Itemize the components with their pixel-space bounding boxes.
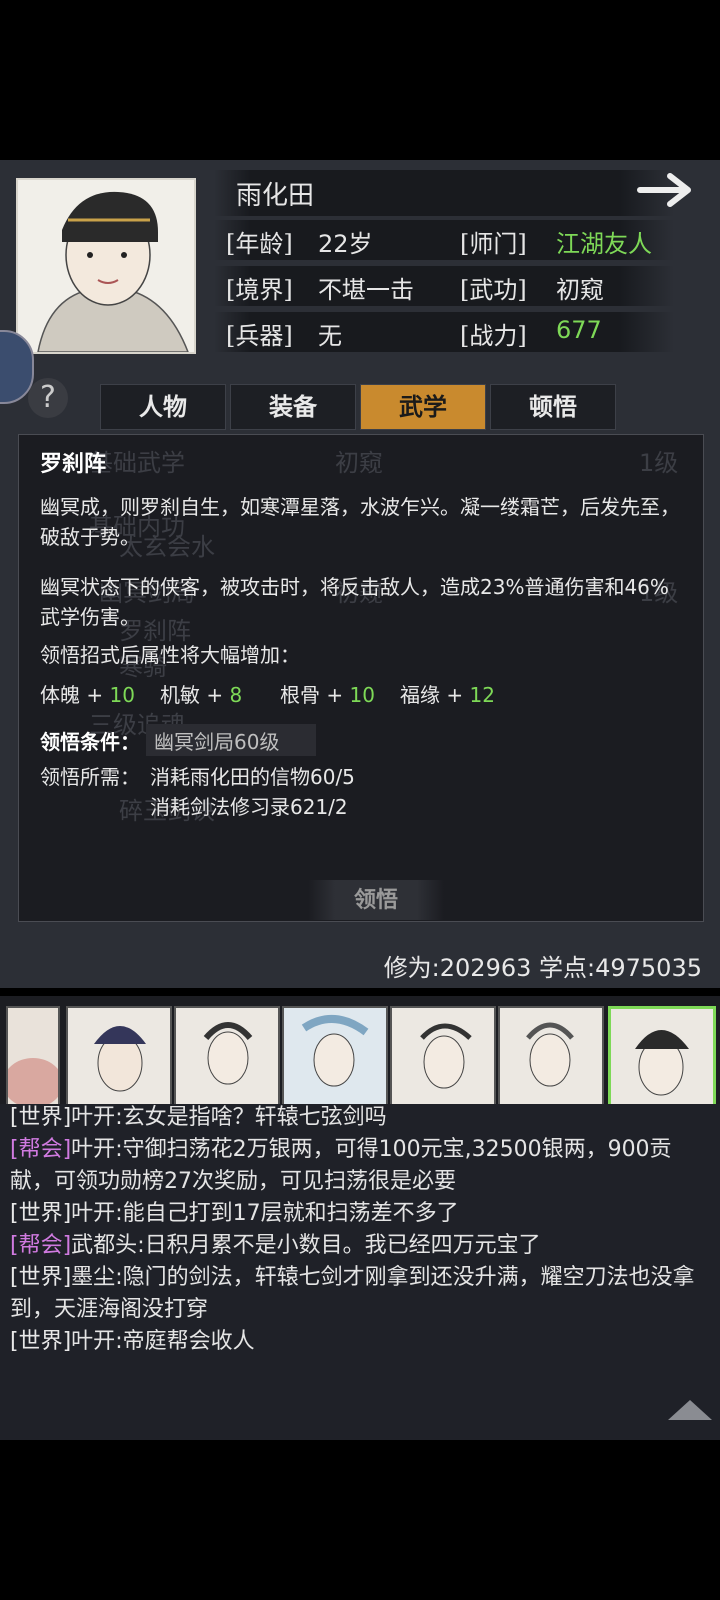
sect-label: [师门] xyxy=(460,230,527,258)
popup-title: 罗刹阵 xyxy=(40,452,107,477)
popup-desc-1: 幽冥成，则罗刹自生，如寒潭星落，水波乍兴。凝一缕霜芒，后发先至，破敌于势。 xyxy=(40,495,680,549)
popup-desc-2: 幽冥状态下的侠客，被攻击时，将反击敌人，造成23%普通伤害和46%武学伤害。 xyxy=(40,575,669,629)
chat-expand-icon[interactable] xyxy=(668,1400,712,1420)
next-character-arrow-icon[interactable] xyxy=(636,168,696,212)
tab-enlightenment[interactable]: 顿悟 xyxy=(490,384,616,430)
chat-message: [世界]叶开:玄女是指啥？轩辕七弦剑吗 xyxy=(10,1105,387,1130)
party-avatar-selected[interactable] xyxy=(608,1006,716,1112)
tab-character[interactable]: 人物 xyxy=(100,384,226,430)
chat-message: [世界]墨尘:隐门的剑法，轩辕七剑才刚拿到还没升满，耀空刀法也没拿到，天涯海阁没… xyxy=(10,1265,695,1322)
requirement-1: 消耗雨化田的信物60/5 xyxy=(150,765,355,789)
skill-value: 初窥 xyxy=(556,276,604,304)
requirement-label: 领悟所需： xyxy=(40,765,140,789)
party-avatar[interactable] xyxy=(282,1006,388,1110)
help-icon[interactable]: ? xyxy=(28,378,68,418)
tab-martial-arts[interactable]: 武学 xyxy=(360,384,486,430)
character-name: 雨化田 xyxy=(236,181,315,211)
sect-value: 江湖友人 xyxy=(556,230,652,258)
age-label: [年龄] xyxy=(226,230,293,258)
condition-label: 领悟条件： xyxy=(40,730,140,754)
party-avatar[interactable] xyxy=(498,1006,604,1110)
condition-value: 幽冥剑局60级 xyxy=(154,730,280,754)
power-label: [战力] xyxy=(460,322,527,350)
cultivation-points: 修为:202963 学点:4975035 xyxy=(383,954,702,982)
party-avatar[interactable] xyxy=(174,1006,280,1110)
bg-skill-level: 初窥 xyxy=(335,449,383,477)
stat-jimin: 机敏 + 8 xyxy=(160,683,243,707)
character-portrait xyxy=(16,178,196,354)
power-value: 677 xyxy=(556,316,602,344)
tab-equipment[interactable]: 装备 xyxy=(230,384,356,430)
chat-message: [帮会]武都头:日积月累不是小数目。我已经四万元宝了 xyxy=(10,1233,541,1258)
stat-gengu: 根骨 + 10 xyxy=(280,683,375,707)
age-value: 22岁 xyxy=(318,230,373,258)
weapon-value: 无 xyxy=(318,322,342,350)
stat-tipo: 体魄 + 10 xyxy=(40,683,135,707)
bg-skill-grade: 1级 xyxy=(639,449,679,477)
weapon-label: [兵器] xyxy=(226,322,293,350)
party-avatar[interactable] xyxy=(66,1006,172,1110)
chat-message: [世界]叶开:帝庭帮会收人 xyxy=(10,1329,255,1354)
realm-value: 不堪一击 xyxy=(318,276,414,304)
realm-label: [境界] xyxy=(226,276,293,304)
chat-message: [帮会]叶开:守御扫荡花2万银两，可得100元宝,32500银两，900贡献，可… xyxy=(10,1137,672,1194)
chat-message: [世界]叶开:能自己打到17层就和扫荡差不多了 xyxy=(10,1201,459,1226)
party-avatar[interactable] xyxy=(6,1006,60,1110)
skill-label: [武功] xyxy=(460,276,527,304)
comprehend-button[interactable]: 领悟 xyxy=(308,880,444,920)
popup-desc-3: 领悟招式后属性将大幅增加： xyxy=(40,643,300,667)
requirement-2: 消耗剑法修习录621/2 xyxy=(150,795,348,819)
stat-fuyuan: 福缘 + 12 xyxy=(400,683,495,707)
party-avatar[interactable] xyxy=(390,1006,496,1110)
